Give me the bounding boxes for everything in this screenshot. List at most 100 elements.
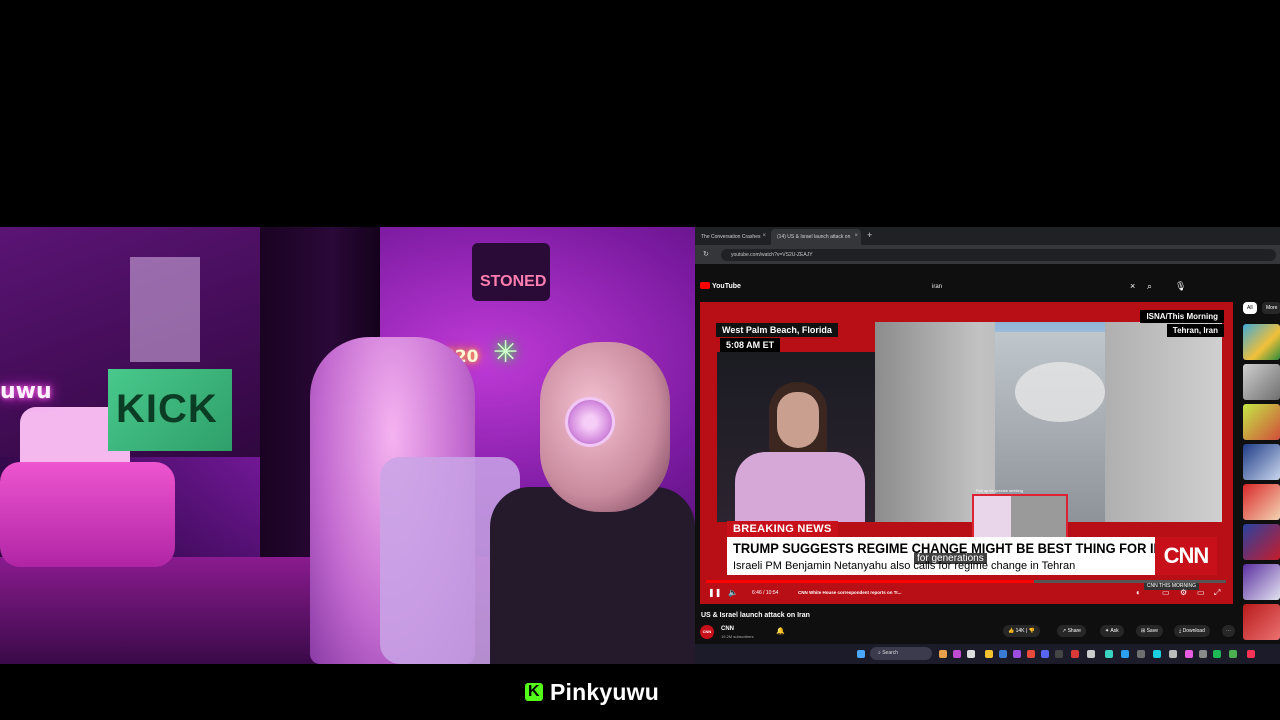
app-icon[interactable] — [1247, 650, 1255, 658]
app-icon[interactable] — [1055, 650, 1063, 658]
kick-logo-letter: K — [528, 683, 540, 700]
kick-sign-text: KICK — [116, 387, 218, 431]
chip-more[interactable]: More — [1262, 302, 1280, 314]
headphones — [565, 397, 615, 447]
spotify-icon[interactable] — [1213, 650, 1221, 658]
neon-sign-name: uwu — [0, 379, 52, 404]
chrome-icon[interactable] — [1027, 650, 1035, 658]
youtube-logo[interactable]: YouTube — [700, 282, 741, 290]
search-icon[interactable]: ⌕ — [1147, 281, 1152, 292]
app-icon[interactable] — [1105, 650, 1113, 658]
subscriber-count: 19.2M subscribers — [721, 634, 754, 639]
close-tab-icon[interactable]: × — [854, 233, 858, 239]
ask-label: Ask — [1110, 628, 1119, 634]
save-button[interactable]: ⊞ Save — [1136, 625, 1163, 637]
channel-name[interactable]: CNN — [721, 626, 734, 632]
tab-label: (14) US & Israel launch attack on — [777, 234, 851, 240]
download-button[interactable]: ⤓ Download — [1174, 625, 1210, 637]
discord-icon[interactable] — [1041, 650, 1049, 658]
subtitles-icon[interactable]: ▭ — [1162, 588, 1170, 597]
clear-search-icon[interactable]: × — [1130, 281, 1135, 291]
anchor-face — [777, 392, 819, 448]
app-icon[interactable] — [1013, 650, 1021, 658]
app-icon[interactable] — [953, 650, 961, 658]
url-field[interactable]: youtube.com/watch?v=VS2U-ZEAJY — [721, 249, 1276, 261]
recommendation-thumbnail[interactable] — [1243, 404, 1280, 440]
chapter-title[interactable]: CNN White House correspondent reports on… — [798, 590, 902, 595]
recommendation-thumbnail[interactable] — [1243, 564, 1280, 600]
playback-time: 6:46 / 10:54 — [752, 590, 779, 596]
reload-icon[interactable]: ↻ — [703, 250, 709, 258]
footage-source: ISNA/This Morning — [1140, 310, 1224, 323]
windows-taskbar: ⌕ Search — [695, 644, 1280, 664]
start-icon[interactable] — [857, 650, 865, 658]
stream-frame: uwu KICK STONED 420 ✳ The Conversation C… — [0, 0, 1280, 720]
app-icon[interactable] — [1199, 650, 1207, 658]
more-actions-icon[interactable]: ⋯ — [1222, 625, 1235, 637]
taskbar-search-label: Search — [882, 650, 899, 656]
new-tab-icon[interactable]: + — [867, 230, 872, 240]
app-icon[interactable] — [1169, 650, 1177, 658]
recommendation-thumbnail[interactable] — [1243, 524, 1280, 560]
volume-icon[interactable]: 🔈 — [728, 588, 738, 597]
file-explorer-icon[interactable] — [985, 650, 993, 658]
app-icon[interactable] — [1185, 650, 1193, 658]
app-icon[interactable] — [999, 650, 1007, 658]
cnn-logo: CNN — [1155, 537, 1217, 575]
search-input[interactable]: iran — [926, 281, 1136, 295]
task-view-icon[interactable] — [967, 650, 975, 658]
share-button[interactable]: ↗ Share — [1057, 625, 1086, 637]
app-icon[interactable] — [1071, 650, 1079, 658]
download-label: Download — [1182, 628, 1205, 634]
wall-poster — [130, 257, 200, 362]
fullscreen-icon[interactable]: ⤢ — [1214, 588, 1220, 598]
channel-avatar[interactable]: CNN — [700, 625, 714, 639]
widgets-icon[interactable] — [939, 650, 947, 658]
breaking-news-banner: BREAKING NEWS — [727, 521, 838, 537]
progress-bar[interactable] — [706, 580, 1226, 583]
video-player[interactable]: West Palm Beach, Florida 5:08 AM ET ISNA… — [700, 302, 1233, 604]
recommendation-thumbnail[interactable] — [1243, 444, 1280, 480]
ask-button[interactable]: ✦ Ask — [1100, 625, 1124, 637]
recommendation-thumbnail[interactable] — [1243, 364, 1280, 400]
seek-preview-caption: Pull up for precise seeking — [976, 488, 1023, 493]
youtube-play-icon — [700, 282, 710, 289]
tab-youtube[interactable]: (14) US & Israel launch attack on × — [771, 229, 861, 245]
tab-strip: The Conversation Crashes × (14) US & Isr… — [695, 227, 1280, 245]
recommendation-thumbnail[interactable] — [1243, 324, 1280, 360]
app-icon[interactable] — [1121, 650, 1129, 658]
player-controls: ❚❚ 🔈 6:46 / 10:54 CNN White House corres… — [700, 585, 1233, 604]
browser-window: The Conversation Crashes × (14) US & Isr… — [695, 227, 1280, 664]
recommendation-thumbnail[interactable] — [1243, 484, 1280, 520]
streamer-name: Pinkyuwu — [550, 679, 659, 705]
taskbar-search[interactable]: ⌕ Search — [870, 647, 932, 660]
kick-sign: KICK — [108, 369, 232, 451]
microphone-icon[interactable]: 🎙 — [1175, 281, 1186, 292]
save-label: Save — [1146, 628, 1158, 634]
streamer-body — [490, 487, 695, 664]
like-count: 14K — [1015, 628, 1025, 634]
youtube-header: YouTube iran × ⌕ 🎙 — [695, 278, 1280, 298]
subheadline: Israeli PM Benjamin Netanyahu also calls… — [733, 560, 1076, 572]
app-icon[interactable] — [1137, 650, 1145, 658]
like-button[interactable]: 👍 14K | 👎 — [1003, 625, 1040, 637]
webcam-feed: uwu KICK STONED 420 ✳ — [0, 227, 695, 664]
close-tab-icon[interactable]: × — [762, 233, 766, 239]
share-label: Share — [1067, 628, 1081, 634]
app-icon[interactable] — [1087, 650, 1095, 658]
recommendation-thumbnail[interactable] — [1243, 604, 1280, 640]
tab-conversation[interactable]: The Conversation Crashes × — [695, 229, 769, 245]
neon-leaf-icon: ✳ — [493, 335, 519, 370]
stoned-sign: STONED — [472, 243, 550, 301]
pause-icon[interactable]: ❚❚ — [708, 588, 721, 597]
tab-label: The Conversation Crashes — [701, 234, 761, 240]
settings-icon[interactable]: ⚙ — [1180, 588, 1187, 597]
app-icon[interactable] — [1153, 650, 1161, 658]
theater-mode-icon[interactable]: ▭ — [1197, 588, 1205, 597]
autoplay-toggle-icon[interactable]: ◐ — [1136, 588, 1141, 597]
location-left: West Palm Beach, Florida — [716, 323, 838, 337]
sofa — [0, 462, 175, 567]
app-icon[interactable] — [1229, 650, 1237, 658]
notification-bell-icon[interactable]: 🔔 — [776, 627, 785, 635]
chip-all[interactable]: All — [1243, 302, 1257, 314]
